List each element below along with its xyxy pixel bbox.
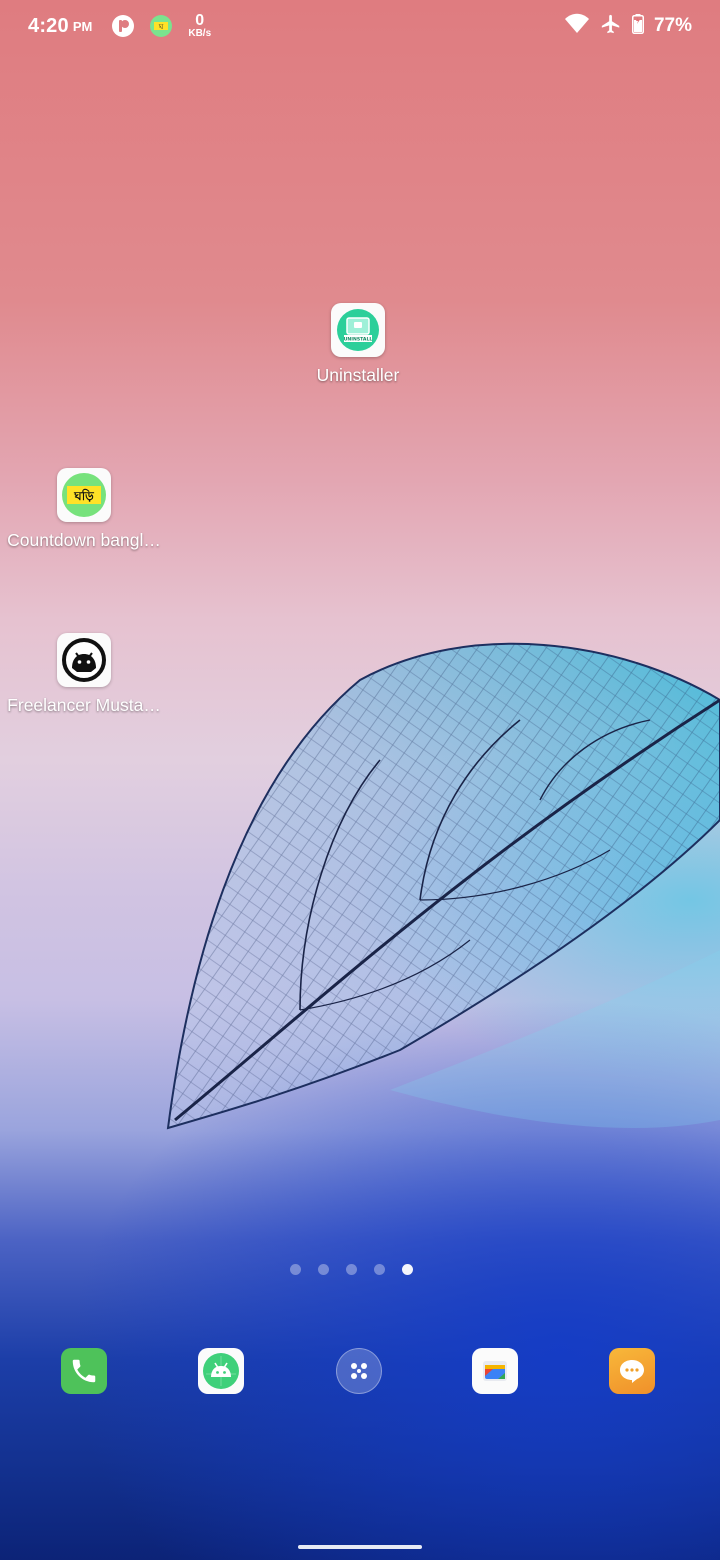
airplane-mode-icon xyxy=(600,13,622,40)
phone-icon[interactable] xyxy=(61,1348,107,1394)
page-dot[interactable] xyxy=(290,1264,301,1275)
clock: 4:20 xyxy=(28,14,69,37)
page-dot[interactable] xyxy=(374,1264,385,1275)
status-bar: 4:20 PM ঘ 0 KB/s 77% xyxy=(0,0,720,52)
android-app-icon[interactable] xyxy=(198,1348,244,1394)
wallpaper xyxy=(166,642,720,1130)
network-speed: 0 KB/s xyxy=(188,13,211,39)
network-speed-unit: KB/s xyxy=(188,28,212,39)
app-freelancer-mustafa[interactable]: Freelancer Musta… xyxy=(7,633,161,716)
battery-percent: 77% xyxy=(653,15,692,36)
page-dot[interactable] xyxy=(318,1264,329,1275)
app-label: Freelancer Musta… xyxy=(7,695,161,715)
page-dot[interactable] xyxy=(346,1264,357,1275)
uninstaller-icon[interactable]: UNINSTALL xyxy=(331,303,385,357)
uninstall-icon-text: UNINSTALL xyxy=(344,337,373,343)
wifi-icon xyxy=(564,13,590,40)
page-dot-active[interactable] xyxy=(402,1264,413,1275)
clock-ampm: PM xyxy=(72,18,93,34)
page-indicator[interactable] xyxy=(290,1264,413,1275)
app-label: Uninstaller xyxy=(316,365,400,385)
countdown-icon-text: ঘড়ি xyxy=(73,488,94,503)
countdown-icon[interactable]: ঘড়ি xyxy=(57,468,111,522)
app-drawer-icon[interactable] xyxy=(336,1348,382,1394)
gallery-icon[interactable] xyxy=(472,1348,518,1394)
app-countdown-bangla[interactable]: ঘড়ি Countdown bangl… xyxy=(7,468,161,551)
status-indicators: 77% xyxy=(564,13,692,40)
dock xyxy=(0,1348,720,1394)
messages-icon[interactable] xyxy=(609,1348,655,1394)
android-dev-icon[interactable] xyxy=(57,633,111,687)
network-speed-value: 0 xyxy=(195,12,205,29)
app-indicator-icon xyxy=(110,13,136,39)
svg-text:ঘ: ঘ xyxy=(158,23,164,31)
app-label: Countdown bangl… xyxy=(7,530,161,550)
battery-icon xyxy=(631,13,644,39)
app-uninstaller[interactable]: UNINSTALL Uninstaller xyxy=(283,303,433,386)
gesture-nav-handle[interactable] xyxy=(298,1545,422,1549)
ghori-app-icon: ঘ xyxy=(148,13,174,39)
